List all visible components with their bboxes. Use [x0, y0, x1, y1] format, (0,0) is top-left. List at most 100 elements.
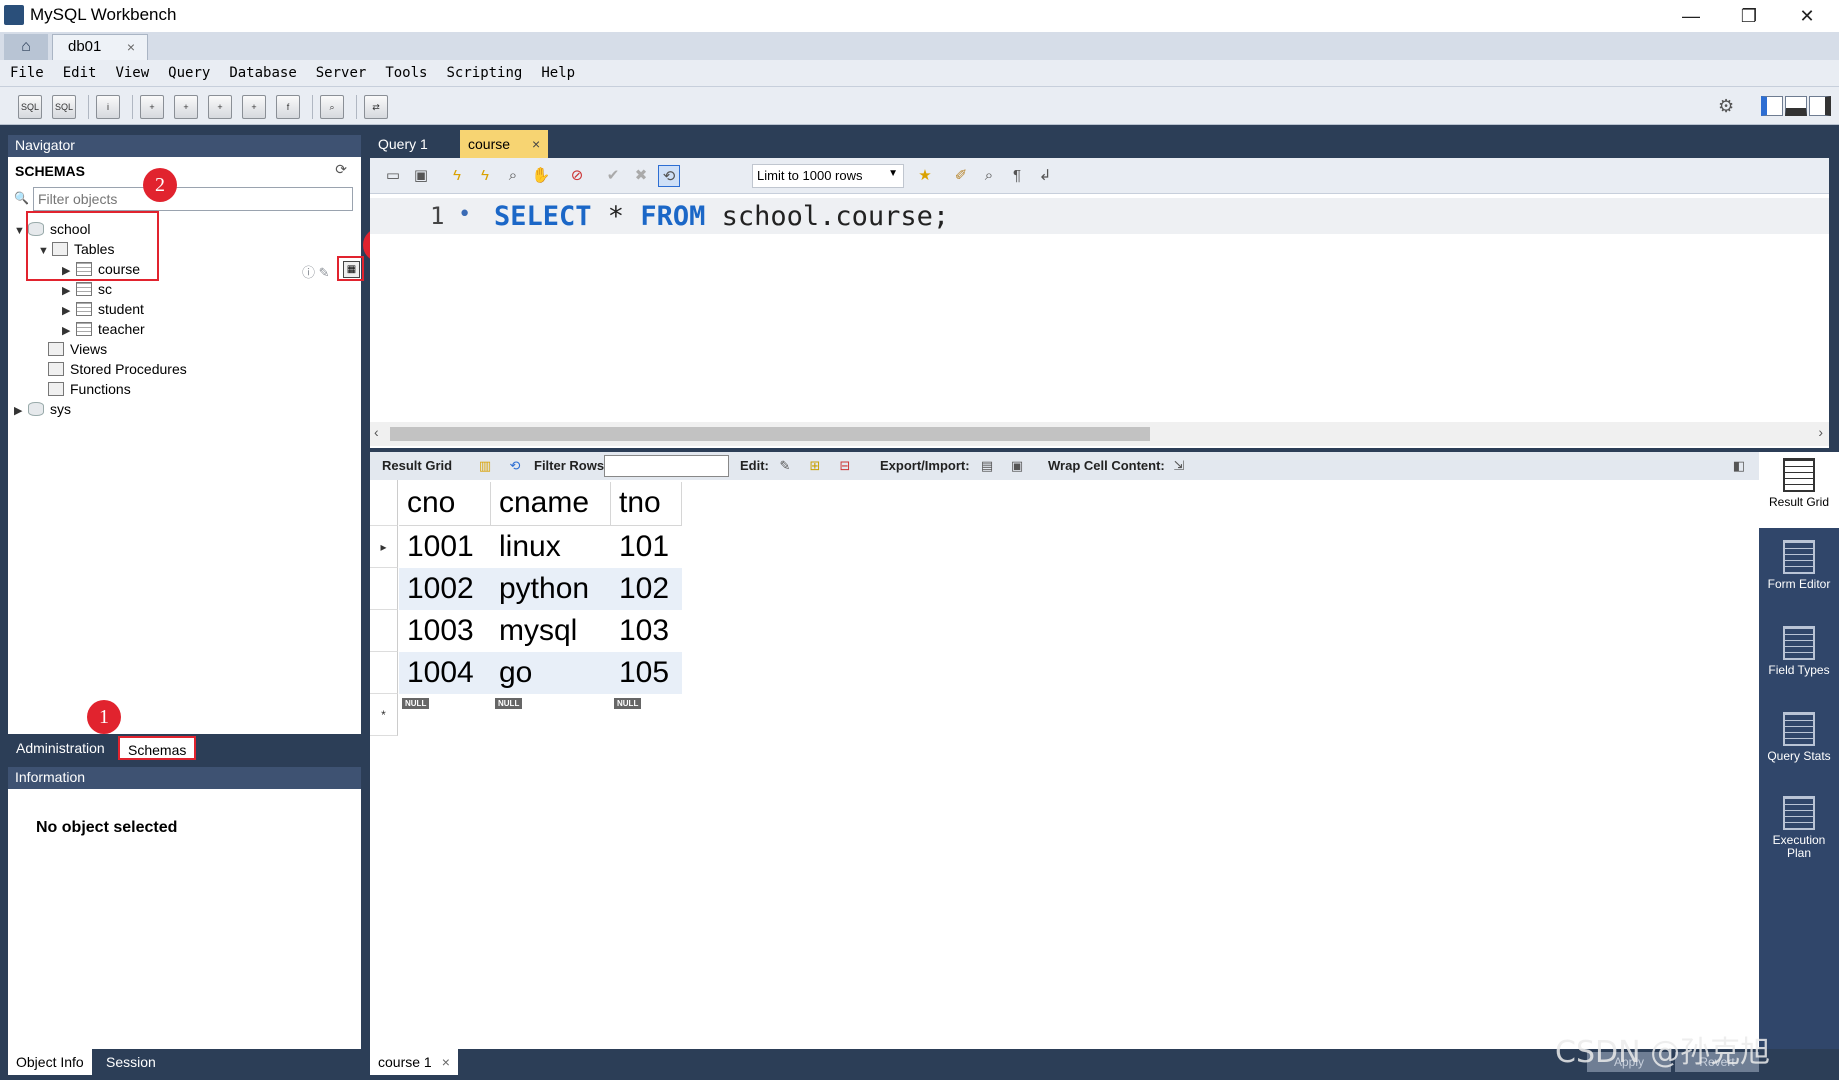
import-icon[interactable]: ▣	[1008, 457, 1026, 475]
filter-rows-input[interactable]	[604, 455, 729, 477]
tree-item-teacher[interactable]: ▶ teacher	[62, 319, 145, 339]
horizontal-scrollbar[interactable]: ‹ ›	[370, 422, 1829, 446]
toggle-sidebar-icon[interactable]	[1761, 96, 1783, 116]
scroll-right-icon[interactable]: ›	[1818, 424, 1823, 440]
save-icon[interactable]: ▣	[410, 165, 432, 187]
cell-cname[interactable]: python	[491, 568, 611, 610]
menu-server[interactable]: Server	[306, 60, 376, 81]
inspector-icon[interactable]: i	[96, 95, 120, 119]
menu-edit[interactable]: Edit	[53, 60, 106, 81]
invisible-chars-icon[interactable]: ¶	[1006, 165, 1028, 187]
create-table-icon[interactable]: +	[174, 95, 198, 119]
limit-rows-select[interactable]: Limit to 1000 rows ▼	[752, 164, 904, 188]
cell-cname[interactable]: linux	[491, 526, 611, 568]
cell-tno[interactable]: 101	[611, 526, 682, 568]
cell-cname[interactable]: go	[491, 652, 611, 694]
menu-scripting[interactable]: Scripting	[436, 60, 531, 81]
tab-session[interactable]: Session	[98, 1049, 164, 1075]
grid-columns-icon[interactable]: ▥	[476, 457, 494, 475]
refresh-schemas-icon[interactable]: ⟳	[335, 161, 347, 178]
cell-tno[interactable]: 103	[611, 610, 682, 652]
expand-arrow-icon[interactable]: ▶	[62, 281, 76, 301]
stop-icon[interactable]: ✋	[530, 165, 552, 187]
edit-row-icon[interactable]: ✎	[776, 457, 794, 475]
side-execution-plan-button[interactable]: Execution Plan	[1759, 796, 1839, 860]
execute-icon[interactable]: ϟ	[446, 165, 468, 187]
refresh-results-icon[interactable]: ⟲	[506, 457, 524, 475]
cell-cno[interactable]: 1002	[399, 568, 491, 610]
cell-tno[interactable]: 102	[611, 568, 682, 610]
tab-administration[interactable]: Administration	[8, 736, 113, 760]
explain-icon[interactable]: ⌕	[502, 165, 524, 187]
add-row-icon[interactable]: ⊞	[806, 457, 824, 475]
open-sql-script-icon[interactable]: SQL	[52, 95, 76, 119]
create-view-icon[interactable]: +	[208, 95, 232, 119]
null-tag[interactable]: NULL	[495, 698, 523, 709]
null-tag[interactable]: NULL	[614, 698, 642, 709]
close-tab-icon[interactable]: ×	[532, 136, 540, 152]
cell-tno[interactable]: 105	[611, 652, 682, 694]
open-file-icon[interactable]: ▭	[382, 165, 404, 187]
menu-query[interactable]: Query	[158, 60, 219, 81]
commit-icon[interactable]: ✔	[602, 165, 624, 187]
filter-objects-input[interactable]	[33, 187, 353, 211]
side-form-editor-button[interactable]: Form Editor	[1759, 540, 1839, 591]
tab-schemas[interactable]: Schemas	[118, 736, 197, 760]
row-header[interactable]	[370, 610, 398, 652]
toggle-side-panel-icon[interactable]: ◧	[1730, 457, 1748, 475]
toggle-error-icon[interactable]: ⊘	[566, 165, 588, 187]
preferences-gear-icon[interactable]: ⚙	[1718, 96, 1734, 117]
reconnect-icon[interactable]: ⇄	[364, 95, 388, 119]
expand-arrow-icon[interactable]: ▶	[62, 301, 76, 321]
side-result-grid-button[interactable]: Result Grid	[1759, 452, 1839, 528]
row-header-current[interactable]: ▸	[370, 526, 398, 568]
close-connection-tab-icon[interactable]: ×	[127, 35, 135, 59]
close-window-button[interactable]: ✕	[1778, 0, 1836, 32]
rollback-icon[interactable]: ✖	[630, 165, 652, 187]
column-header-cno[interactable]: cno	[399, 482, 491, 526]
side-field-types-button[interactable]: Field Types	[1759, 626, 1839, 677]
tree-item-sc[interactable]: ▶ sc	[62, 279, 112, 299]
tree-item-functions[interactable]: Functions	[48, 379, 131, 399]
toggle-secondary-sidebar-icon[interactable]	[1809, 96, 1831, 116]
cell-cno[interactable]: 1001	[399, 526, 491, 568]
toggle-output-icon[interactable]	[1785, 96, 1807, 116]
connection-tab-db01[interactable]: db01 ×	[52, 34, 148, 60]
tab-course-1[interactable]: course 1 ×	[370, 1049, 458, 1075]
menu-tools[interactable]: Tools	[375, 60, 436, 81]
search-table-data-icon[interactable]: ⌕	[320, 95, 344, 119]
tree-item-stored-procedures[interactable]: Stored Procedures	[48, 359, 187, 379]
create-schema-icon[interactable]: +	[140, 95, 164, 119]
execute-current-icon[interactable]: ϟ	[474, 165, 496, 187]
beautify-icon[interactable]: ✐	[950, 165, 972, 187]
close-result-tab-icon[interactable]: ×	[442, 1054, 450, 1070]
side-query-stats-button[interactable]: Query Stats	[1759, 712, 1839, 763]
menu-view[interactable]: View	[105, 60, 158, 81]
delete-row-icon[interactable]: ⊟	[836, 457, 854, 475]
cell-cname[interactable]: mysql	[491, 610, 611, 652]
wrap-cell-icon[interactable]: ⇲	[1170, 457, 1188, 475]
create-procedure-icon[interactable]: +	[242, 95, 266, 119]
row-header[interactable]	[370, 652, 398, 694]
autocommit-toggle-icon[interactable]: ⟲	[658, 165, 680, 187]
column-header-cname[interactable]: cname	[491, 482, 611, 526]
home-tab[interactable]: ⌂	[4, 34, 48, 60]
tab-course[interactable]: course ×	[460, 130, 549, 158]
tab-query-1[interactable]: Query 1	[370, 130, 436, 158]
expand-arrow-icon[interactable]: ▶	[62, 321, 76, 341]
row-header[interactable]	[370, 568, 398, 610]
expand-arrow-icon[interactable]: ▶	[14, 401, 28, 421]
scroll-left-icon[interactable]: ‹	[374, 424, 379, 440]
tab-object-info[interactable]: Object Info	[8, 1049, 92, 1075]
new-sql-tab-icon[interactable]: SQL	[18, 95, 42, 119]
code-line-1[interactable]: 1 • SELECT * FROM school.course;	[370, 198, 1829, 234]
menu-database[interactable]: Database	[219, 60, 305, 81]
create-function-icon[interactable]: f	[276, 95, 300, 119]
table-info-icon[interactable]: ⓘ ✎	[302, 262, 330, 281]
tree-item-sys[interactable]: ▶ sys	[14, 399, 71, 419]
word-wrap-icon[interactable]: ↲	[1034, 165, 1056, 187]
tree-item-student[interactable]: ▶ student	[62, 299, 144, 319]
minimize-button[interactable]: —	[1662, 0, 1720, 32]
add-snippet-icon[interactable]: ★	[914, 165, 936, 187]
scrollbar-thumb[interactable]	[390, 427, 1150, 441]
